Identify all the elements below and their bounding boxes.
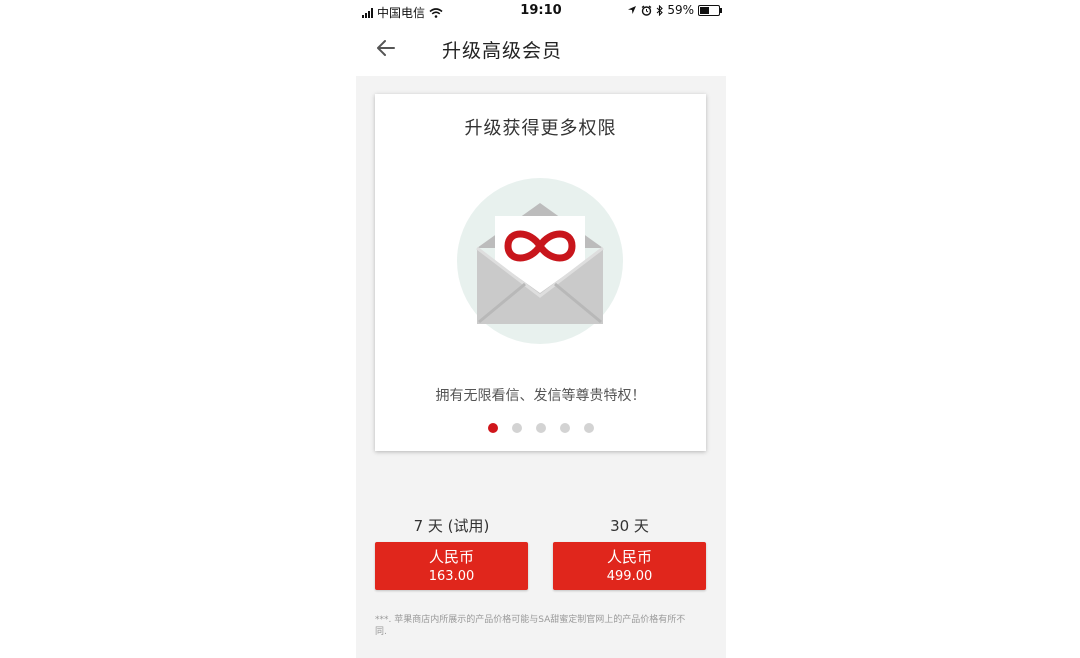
carousel-dot-3[interactable] bbox=[535, 423, 546, 433]
status-bar: 中国电信 19:10 59% bbox=[356, 0, 726, 22]
price-label: 499.00 bbox=[606, 569, 653, 584]
buy-trial-button[interactable]: 人民币 163.00 bbox=[375, 542, 528, 590]
carousel-dot-5[interactable] bbox=[583, 423, 594, 433]
carousel-dot-2[interactable] bbox=[511, 423, 522, 433]
card-title: 升级获得更多权限 bbox=[464, 118, 617, 139]
carousel-dot-1[interactable] bbox=[487, 423, 498, 433]
status-right: 59% bbox=[627, 3, 722, 17]
battery-icon bbox=[698, 4, 722, 16]
plan-duration-trial: 7 天 (试用) bbox=[413, 517, 490, 535]
location-arrow-icon bbox=[628, 6, 637, 14]
battery-fill bbox=[700, 6, 710, 14]
price-disclaimer: ***. 苹果商店内所展示的产品价格可能与SA甜蜜定制官网上的产品价格有所不同. bbox=[375, 615, 686, 637]
page-title: 升级高级会员 bbox=[442, 40, 563, 62]
bluetooth-icon bbox=[656, 4, 664, 16]
price-label: 163.00 bbox=[428, 569, 475, 584]
battery-percent: 59% bbox=[667, 3, 694, 17]
envelope-infinity-icon bbox=[457, 178, 623, 344]
feature-carousel-card[interactable]: 升级获得更多权限 拥有无限看信、发信等尊贵特权！ bbox=[375, 94, 706, 451]
navigation-bar: 升级高级会员 bbox=[356, 22, 726, 76]
carousel-dot-4[interactable] bbox=[559, 423, 570, 433]
plan-duration-30-days: 30 天 bbox=[610, 517, 649, 535]
alarm-icon bbox=[641, 5, 652, 16]
card-description: 拥有无限看信、发信等尊贵特权！ bbox=[435, 388, 646, 404]
phone-screen: 中国电信 19:10 59% 升级高级会员 升级获得更多权限 拥有无限看信、发信… bbox=[356, 0, 726, 658]
currency-label: 人民币 bbox=[428, 548, 474, 566]
buy-30-days-button[interactable]: 人民币 499.00 bbox=[553, 542, 706, 590]
carousel-pagination[interactable] bbox=[375, 423, 706, 433]
back-arrow-icon[interactable] bbox=[372, 34, 400, 62]
currency-label: 人民币 bbox=[606, 548, 652, 566]
